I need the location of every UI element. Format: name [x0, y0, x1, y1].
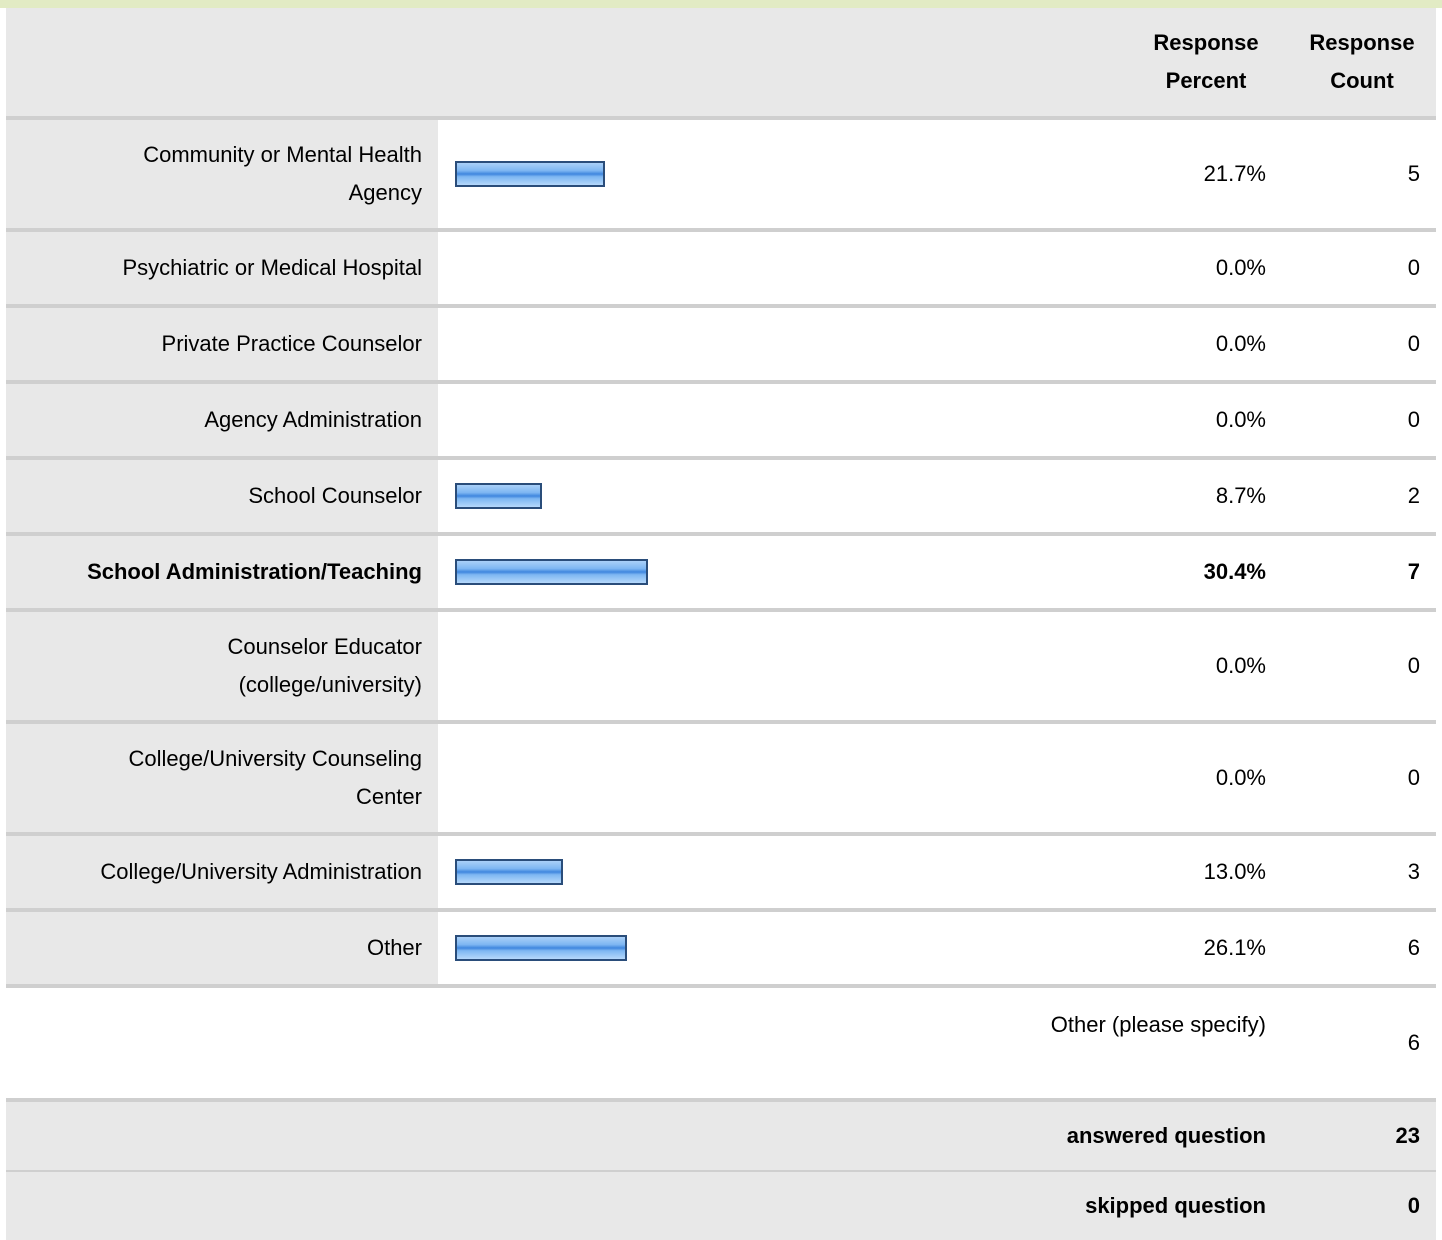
table-row: School Administration/Teaching 30.4% 7: [6, 532, 1436, 608]
answer-label: Community or Mental Health Agency: [143, 142, 422, 205]
response-count: 0: [1407, 765, 1420, 790]
response-bar: [455, 859, 563, 885]
answer-label: Agency Administration: [204, 407, 422, 432]
response-bar: [455, 935, 627, 961]
table-row: School Counselor 8.7% 2: [6, 456, 1436, 532]
bar-container: [455, 912, 627, 984]
other-specify-link[interactable]: Other (please specify): [1051, 1012, 1266, 1038]
response-count: 0: [1407, 331, 1420, 356]
response-percent: 0.0%: [1215, 255, 1266, 280]
bar-container: [455, 836, 563, 908]
response-percent: 0.0%: [1215, 765, 1266, 790]
response-table: Response Percent Response Count Communit…: [6, 8, 1436, 1240]
answered-row: answered question 23: [6, 1098, 1436, 1170]
response-count: 0: [1407, 653, 1420, 678]
response-percent: 0.0%: [1215, 407, 1266, 432]
answered-value: 23: [1395, 1123, 1420, 1148]
skipped-label: skipped question: [1085, 1193, 1266, 1218]
top-accent-line: [0, 0, 1442, 8]
answer-label-cell: Psychiatric or Medical Hospital: [6, 232, 438, 304]
response-percent: 30.4%: [1203, 559, 1266, 584]
table-row: Psychiatric or Medical Hospital 0.0% 0: [6, 228, 1436, 304]
other-specify-row: Other (please specify) 6: [6, 984, 1436, 1098]
response-bar: [455, 483, 542, 509]
answer-label: College/University Administration: [100, 859, 422, 884]
response-count: 0: [1407, 407, 1420, 432]
skipped-row: skipped question 0: [6, 1170, 1436, 1240]
answer-label-cell: School Administration/Teaching: [6, 536, 438, 608]
response-percent: 8.7%: [1215, 483, 1266, 508]
answered-label: answered question: [1066, 1123, 1266, 1148]
response-count: 0: [1407, 255, 1420, 280]
response-count: 6: [1407, 935, 1420, 960]
other-specify-count: 6: [1407, 1030, 1420, 1055]
table-row: Agency Administration 0.0% 0: [6, 380, 1436, 456]
answer-label-cell: School Counselor: [6, 460, 438, 532]
table-row: Counselor Educator (college/university) 0…: [6, 608, 1436, 720]
answer-label-cell: Private Practice Counselor: [6, 308, 438, 380]
table-row: College/University Counseling Center 0.0%…: [6, 720, 1436, 832]
bar-container: [455, 536, 648, 608]
table-row: Community or Mental Health Agency 21.7% 5: [6, 116, 1436, 228]
response-percent: 26.1%: [1203, 935, 1266, 960]
bar-container: [455, 120, 605, 228]
answer-label: Private Practice Counselor: [161, 331, 422, 356]
answer-rows: Community or Mental Health Agency 21.7% 5 P…: [6, 116, 1436, 984]
response-percent: 0.0%: [1215, 653, 1266, 678]
bar-container: [455, 460, 542, 532]
response-bar: [455, 559, 648, 585]
response-percent-header: Response Percent: [1153, 30, 1259, 93]
answer-label-cell: College/University Administration: [6, 836, 438, 908]
response-percent: 21.7%: [1203, 161, 1266, 186]
response-count: 2: [1407, 483, 1420, 508]
answer-label: Psychiatric or Medical Hospital: [122, 255, 422, 280]
response-percent: 0.0%: [1215, 331, 1266, 356]
skipped-value: 0: [1407, 1193, 1420, 1218]
answer-label: College/University Counseling Center: [128, 746, 422, 809]
response-count: 3: [1407, 859, 1420, 884]
response-count: 5: [1407, 161, 1420, 186]
answer-label-cell: Counselor Educator (college/university): [6, 612, 438, 720]
response-count: 7: [1407, 559, 1420, 584]
answer-label: Counselor Educator (college/university): [227, 634, 422, 697]
answer-label-cell: Community or Mental Health Agency: [6, 120, 438, 228]
answer-label-cell: Agency Administration: [6, 384, 438, 456]
table-row: Private Practice Counselor 0.0% 0: [6, 304, 1436, 380]
answer-label-cell: Other: [6, 912, 438, 984]
answer-label: School Administration/Teaching: [87, 559, 422, 584]
table-row: Other 26.1% 6: [6, 908, 1436, 984]
answer-label: Other: [366, 935, 422, 960]
table-header: Response Percent Response Count: [6, 8, 1436, 116]
response-percent: 13.0%: [1203, 859, 1266, 884]
table-row: College/University Administration 13.0% 3: [6, 832, 1436, 908]
answer-label-cell: College/University Counseling Center: [6, 724, 438, 832]
answer-label: School Counselor: [248, 483, 422, 508]
response-bar: [455, 161, 605, 187]
response-count-header: Response Count: [1309, 30, 1415, 93]
